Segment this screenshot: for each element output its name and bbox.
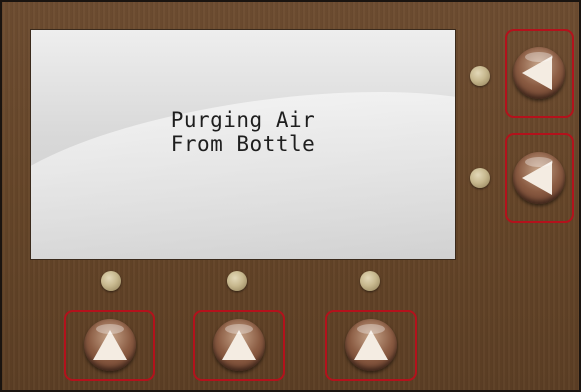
arrow-up-icon bbox=[354, 330, 388, 360]
bottom-indicator-light-1 bbox=[101, 271, 121, 291]
side-soft-key-2[interactable] bbox=[513, 152, 565, 204]
bottom-soft-key-1-frame bbox=[64, 310, 155, 381]
arrow-left-icon bbox=[522, 56, 552, 90]
control-panel: Purging Air From Bottle bbox=[0, 0, 581, 392]
display-message: Purging Air From Bottle bbox=[31, 108, 455, 156]
arrow-up-icon bbox=[93, 330, 127, 360]
display-line-2: From Bottle bbox=[170, 132, 316, 156]
side-soft-key-1-frame bbox=[505, 29, 574, 118]
side-soft-key-1[interactable] bbox=[513, 47, 565, 99]
screen-glare bbox=[31, 62, 455, 259]
side-indicator-light-2 bbox=[470, 168, 490, 188]
bottom-soft-key-1[interactable] bbox=[84, 319, 136, 371]
bottom-soft-key-3-frame bbox=[325, 310, 417, 381]
lcd-display: Purging Air From Bottle bbox=[30, 29, 456, 260]
bottom-indicator-light-2 bbox=[227, 271, 247, 291]
bottom-indicator-light-3 bbox=[360, 271, 380, 291]
side-soft-key-2-frame bbox=[505, 133, 574, 223]
arrow-left-icon bbox=[522, 161, 552, 195]
display-line-1: Purging Air bbox=[170, 108, 316, 132]
arrow-up-icon bbox=[222, 330, 256, 360]
bottom-soft-key-2[interactable] bbox=[213, 319, 265, 371]
bottom-soft-key-3[interactable] bbox=[345, 319, 397, 371]
bottom-soft-key-2-frame bbox=[193, 310, 285, 381]
side-indicator-light-1 bbox=[470, 66, 490, 86]
